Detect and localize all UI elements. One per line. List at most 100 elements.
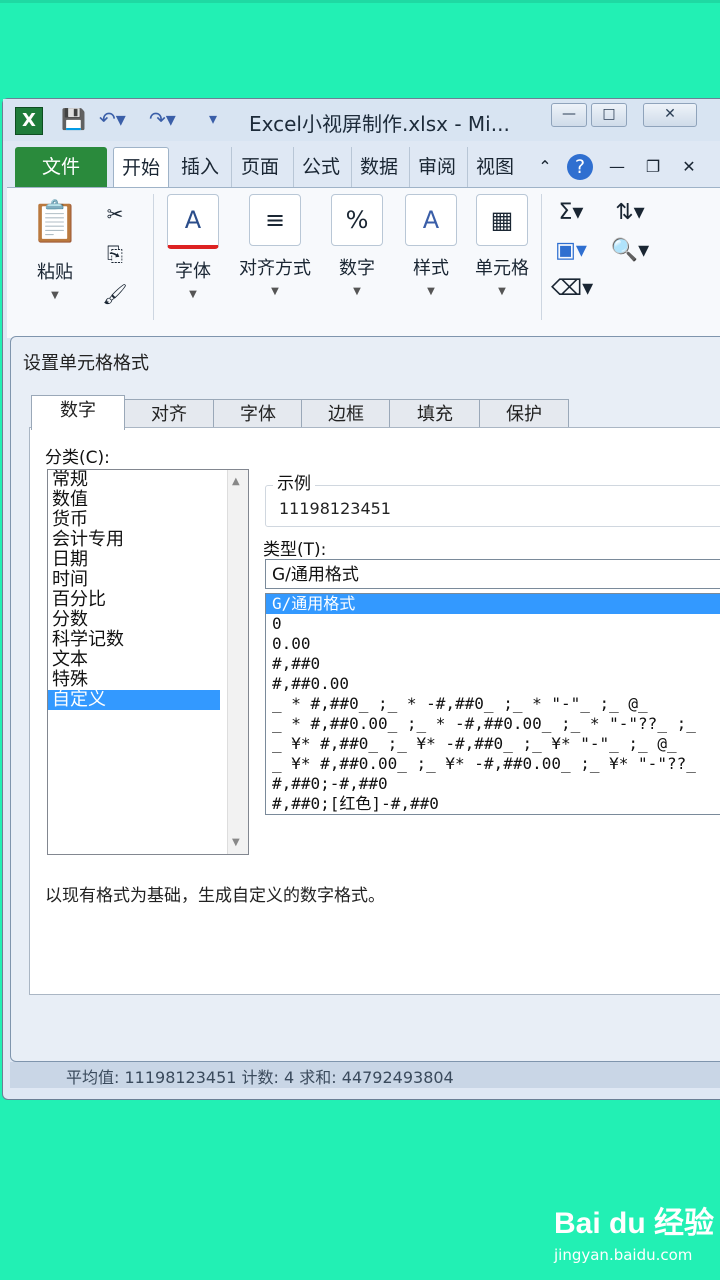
clipboard-icon: 📋 <box>30 199 80 245</box>
category-list[interactable]: 常规 数值 货币 会计专用 日期 时间 百分比 分数 科学记数 文本 特殊 自定… <box>47 469 249 855</box>
maximize-button[interactable]: □ <box>591 103 627 127</box>
tab-home[interactable]: 开始 <box>113 147 169 188</box>
cells-group-button[interactable]: ▦ 单元格 ▼ <box>469 194 535 297</box>
list-item[interactable]: 0 <box>266 614 720 634</box>
style-icon: A <box>405 194 457 246</box>
list-item[interactable]: 会计专用 <box>48 530 220 550</box>
list-item[interactable]: 日期 <box>48 550 220 570</box>
format-description: 以现有格式为基础，生成自定义的数字格式。 <box>45 886 385 906</box>
fill-icon[interactable]: ▣▾ <box>551 232 591 270</box>
tab-file[interactable]: 文件 <box>15 147 107 187</box>
category-label: 分类(C): <box>45 448 110 468</box>
list-item[interactable]: _ ¥* #,##0_ ;_ ¥* -#,##0_ ;_ ¥* "-"_ ;_ … <box>266 734 720 754</box>
save-icon[interactable]: 💾 <box>61 107 86 131</box>
tab-alignment[interactable]: 对齐 <box>123 399 215 430</box>
tab-insert[interactable]: 插入 <box>173 147 227 187</box>
font-color-icon: A <box>167 194 219 249</box>
collapse-ribbon-icon[interactable]: ⌃ <box>531 147 559 187</box>
scroll-up-icon[interactable]: ▲ <box>232 476 240 487</box>
list-item-selected[interactable]: G/通用格式 <box>266 594 720 614</box>
autosum-icon[interactable]: Σ▾ <box>551 194 591 232</box>
excel-logo-icon[interactable]: X <box>15 107 43 135</box>
customize-toolbar-icon[interactable]: ▾ <box>209 107 217 131</box>
dialog-title: 设置单元格格式 <box>23 353 149 374</box>
list-item[interactable]: 科学记数 <box>48 630 220 650</box>
type-label: 类型(T): <box>263 540 327 560</box>
divider <box>153 194 154 320</box>
list-item[interactable]: 分数 <box>48 610 220 630</box>
number-label: 数字 <box>339 258 375 279</box>
ribbon-minimize-icon[interactable]: — <box>603 147 631 187</box>
list-item-selected[interactable]: 自定义 <box>48 690 220 710</box>
type-list[interactable]: G/通用格式 0 0.00 #,##0 #,##0.00 _ * #,##0_ … <box>265 593 720 815</box>
list-item[interactable]: 文本 <box>48 650 220 670</box>
list-item[interactable]: 特殊 <box>48 670 220 690</box>
watermark-url: jingyan.baidu.com <box>554 1246 693 1264</box>
cells-icon: ▦ <box>476 194 528 246</box>
style-group-button[interactable]: A 样式 ▼ <box>401 194 461 297</box>
undo-icon[interactable]: ↶▾ <box>99 107 126 131</box>
minimize-button[interactable]: — <box>551 103 587 127</box>
chevron-down-icon: ▼ <box>51 290 59 301</box>
list-item[interactable]: 0.00 <box>266 634 720 654</box>
tab-formulas[interactable]: 公式 <box>293 147 348 187</box>
list-item[interactable]: _ * #,##0_ ;_ * -#,##0_ ;_ * "-"_ ;_ @_ <box>266 694 720 714</box>
help-icon[interactable]: ? <box>565 147 595 187</box>
tab-protection[interactable]: 保护 <box>479 399 569 430</box>
align-icon: ≡ <box>249 194 301 246</box>
list-item[interactable]: _ * #,##0.00_ ;_ * -#,##0.00_ ;_ * "-"??… <box>266 714 720 734</box>
ribbon-tab-bar: 文件 开始 插入 页面 公式 数据 审阅 视图 ⌃ ? — ❐ ✕ <box>3 141 720 189</box>
watermark-logo: Bai du 经验 jingyan.baidu.com <box>554 1198 714 1264</box>
watermark-brand: Bai du 经验 <box>554 1207 715 1240</box>
tab-font[interactable]: 字体 <box>213 399 303 430</box>
close-button[interactable]: ✕ <box>643 103 697 127</box>
tab-number[interactable]: 数字 <box>31 395 125 430</box>
tab-view[interactable]: 视图 <box>467 147 522 187</box>
list-item[interactable]: 数值 <box>48 490 220 510</box>
cut-icon[interactable]: ✂ <box>95 194 135 234</box>
ribbon-restore-icon[interactable]: ❐ <box>639 147 667 187</box>
list-item[interactable]: #,##0.00 <box>266 674 720 694</box>
list-item[interactable]: _ ¥* #,##0.00_ ;_ ¥* -#,##0.00_ ;_ ¥* "-… <box>266 754 720 774</box>
chevron-down-icon: ▼ <box>427 286 435 297</box>
scroll-down-icon[interactable]: ▼ <box>232 837 240 848</box>
tab-border[interactable]: 边框 <box>301 399 391 430</box>
type-input[interactable]: G/通用格式 <box>265 559 720 589</box>
list-item[interactable]: #,##0 <box>266 654 720 674</box>
tab-data[interactable]: 数据 <box>351 147 406 187</box>
list-item[interactable]: 时间 <box>48 570 220 590</box>
format-painter-icon[interactable]: 🖌 <box>95 274 135 314</box>
ribbon-close-icon[interactable]: ✕ <box>675 147 703 187</box>
sort-filter-icon[interactable]: ⇅▾ <box>607 194 653 232</box>
tab-fill[interactable]: 填充 <box>389 399 481 430</box>
tab-page[interactable]: 页面 <box>231 147 288 187</box>
status-text: 平均值: 11198123451 计数: 4 求和: 44792493804 <box>66 1068 454 1087</box>
percent-icon: % <box>331 194 383 246</box>
sample-label: 示例 <box>273 469 315 494</box>
list-item[interactable]: #,##0;-#,##0 <box>266 774 720 794</box>
chevron-down-icon: ▼ <box>271 286 279 297</box>
number-group-button[interactable]: % 数字 ▼ <box>327 194 387 297</box>
status-bar: 平均值: 11198123451 计数: 4 求和: 44792493804 <box>10 1062 720 1088</box>
list-item[interactable]: 常规 <box>48 470 220 490</box>
redo-icon[interactable]: ↷▾ <box>149 107 176 131</box>
copy-icon[interactable]: ⎘ <box>95 234 135 274</box>
title-bar: X 💾 ↶▾ ↷▾ ▾ Excel小视屏制作.xlsx - Mi... — □ … <box>3 99 720 141</box>
sample-value: 11198123451 <box>279 499 391 518</box>
align-group-button[interactable]: ≡ 对齐方式 ▼ <box>233 194 317 297</box>
tab-review[interactable]: 审阅 <box>409 147 464 187</box>
list-item[interactable]: #,##0;[红色]-#,##0 <box>266 794 720 814</box>
find-select-icon[interactable]: 🔍▾ <box>607 232 653 270</box>
ribbon-home: 📋 粘贴 ▼ ✂ ⎘ 🖌 A 字体 ▼ ≡ 对齐方式 ▼ % 数字 ▼ A 样式 <box>7 187 720 338</box>
format-cells-dialog: 设置单元格格式 数字 对齐 字体 边框 填充 保护 分类(C): 常规 数值 货… <box>10 336 720 1062</box>
category-scrollbar[interactable]: ▲ ▼ <box>227 470 248 854</box>
editing-tools-right: ⇅▾ 🔍▾ <box>607 194 653 270</box>
paste-button[interactable]: 📋 粘贴 ▼ <box>25 194 85 301</box>
divider <box>541 194 542 320</box>
list-item[interactable]: 货币 <box>48 510 220 530</box>
chevron-down-icon: ▼ <box>353 286 361 297</box>
chevron-down-icon: ▼ <box>189 289 197 300</box>
font-group-button[interactable]: A 字体 ▼ <box>163 194 223 300</box>
list-item[interactable]: 百分比 <box>48 590 220 610</box>
clear-icon[interactable]: ⌫▾ <box>551 270 593 308</box>
